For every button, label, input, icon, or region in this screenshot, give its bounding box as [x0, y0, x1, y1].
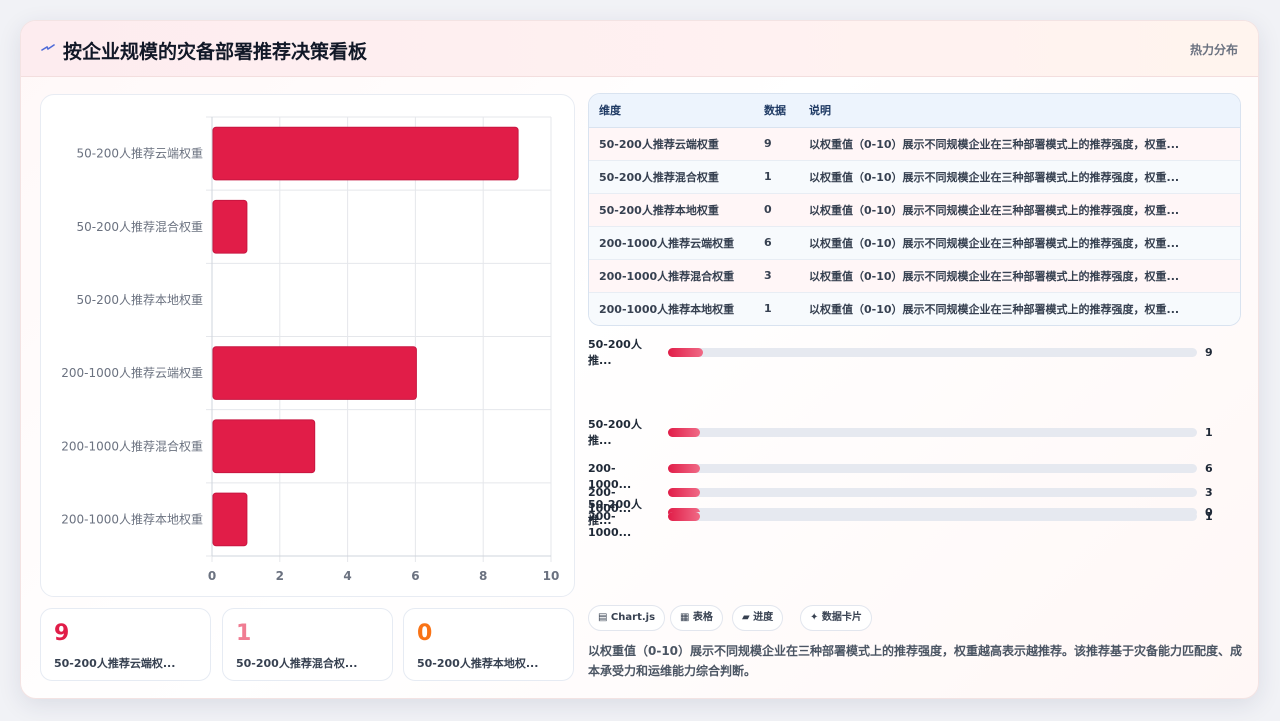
- header: 按企业规模的灾备部署推荐决策看板 热力分布: [21, 21, 1258, 77]
- stat-card-2: 1 50-200人推荐混合权...: [222, 608, 393, 681]
- table-cell: 200-1000人推荐云端权重: [589, 226, 754, 260]
- table-cell: 以权重值（0-10）展示不同规模企业在三种部署模式上的推荐强度，权重...: [799, 292, 1240, 325]
- y-tick-label: 50-200人推荐混合权重: [76, 219, 203, 234]
- x-tick-label: 8: [479, 569, 487, 583]
- table-row: 200-1000人推荐混合权重 3 以权重值（0-10）展示不同规模企业在三种部…: [589, 259, 1240, 293]
- stat-value: 1: [236, 621, 252, 646]
- progress-track: [668, 428, 1197, 437]
- table-cell: 9: [754, 127, 799, 161]
- stat-label: 50-200人推荐本地权...: [417, 657, 539, 670]
- chip-table[interactable]: ▦ 表格: [670, 605, 723, 631]
- x-tick-label: 0: [208, 569, 216, 583]
- y-tick-label: 200-1000人推荐混合权重: [61, 438, 203, 453]
- x-tick-label: 6: [411, 569, 419, 583]
- progress-track: [668, 512, 1197, 521]
- progress-fill: [668, 428, 700, 437]
- bar: [212, 419, 316, 474]
- progress-label-line: 50-200人: [588, 338, 642, 351]
- progress-value: 9: [1205, 346, 1213, 359]
- chip-chartjs[interactable]: ▤ Chart.js: [588, 605, 666, 631]
- description-text: 以权重值（0-10）展示不同规模企业在三种部署模式上的推荐强度，权重越高表示越推…: [588, 644, 1243, 678]
- progress-value: 6: [1205, 462, 1213, 475]
- chip-progress[interactable]: ▰ 进度: [732, 605, 784, 631]
- table-cell: 以权重值（0-10）展示不同规模企业在三种部署模式上的推荐强度，权重...: [799, 127, 1240, 161]
- dashboard-card: 按企业规模的灾备部署推荐决策看板 热力分布 0 2 4 6 8 10 50-200人推荐云端…: [20, 20, 1259, 699]
- progress-fill: [668, 348, 704, 357]
- table-cell: 50-200人推荐混合权重: [589, 160, 754, 194]
- data-table-panel: 维度 数据 说明 50-200人推荐云端权重 9 以权重值（0-10）展示不同规…: [588, 93, 1241, 326]
- table-cell: 以权重值（0-10）展示不同规模企业在三种部署模式上的推荐强度，权重...: [799, 226, 1240, 260]
- progress-fill: [668, 488, 700, 497]
- table-cell: 0: [754, 193, 799, 227]
- table-row: 50-200人推荐本地权重 0 以权重值（0-10）展示不同规模企业在三种部署模…: [589, 193, 1240, 227]
- table-cell: 6: [754, 226, 799, 260]
- x-tick-label: 10: [543, 569, 560, 583]
- data-table: 维度 数据 说明 50-200人推荐云端权重 9 以权重值（0-10）展示不同规…: [589, 94, 1240, 325]
- progress-label-line: 推...: [588, 354, 612, 367]
- bar-chart: 0 2 4 6 8 10 50-200人推荐云端权重 50-200人推荐混合权重 50-200人…: [61, 116, 560, 583]
- table-cell: 50-200人推荐云端权重: [589, 127, 754, 161]
- bar: [212, 126, 519, 181]
- table-row: 50-200人推荐混合权重 1 以权重值（0-10）展示不同规模企业在三种部署模…: [589, 160, 1240, 194]
- table-row: 200-1000人推荐本地权重 1 以权重值（0-10）展示不同规模企业在三种部…: [589, 292, 1240, 325]
- progress-fill: [668, 464, 700, 473]
- table-cell: 50-200人推荐本地权重: [589, 193, 754, 227]
- bar-chart-panel: 0 2 4 6 8 10 50-200人推荐云端权重 50-200人推荐混合权重 50-200人…: [40, 94, 575, 597]
- progress-value: 1: [1205, 426, 1213, 439]
- table-row: 50-200人推荐云端权重 9 以权重值（0-10）展示不同规模企业在三种部署模…: [589, 127, 1240, 161]
- bar: [212, 199, 248, 254]
- table-cell: 以权重值（0-10）展示不同规模企业在三种部署模式上的推荐强度，权重...: [799, 160, 1240, 194]
- table-header-row: 维度 数据 说明: [589, 94, 1240, 128]
- table-cell: 200-1000人推荐本地权重: [589, 292, 754, 325]
- bar: [212, 346, 417, 400]
- progress-label-line: 推...: [588, 434, 612, 447]
- stat-label: 50-200人推荐云端权...: [54, 657, 176, 670]
- y-tick-label: 200-1000人推荐云端权重: [61, 366, 203, 380]
- stat-card-3: 0 50-200人推荐本地权...: [403, 608, 574, 681]
- bar: [212, 492, 248, 547]
- progress-track: [668, 348, 1197, 357]
- y-tick-label: 50-200人推荐本地权重: [76, 293, 203, 307]
- table-cell: 以权重值（0-10）展示不同规模企业在三种部署模式上的推荐强度，权重...: [799, 259, 1240, 293]
- stat-card-1: 9 50-200人推荐云端权...: [40, 608, 211, 681]
- progress-fill: [668, 512, 700, 521]
- x-tick-label: 2: [276, 569, 284, 583]
- y-tick-label: 200-1000人推荐本地权重: [61, 512, 203, 526]
- progress-value: 1: [1205, 510, 1213, 523]
- progress-label: 200-1000...: [588, 510, 632, 539]
- table-header-cell: 说明: [799, 94, 1240, 128]
- table-row: 200-1000人推荐云端权重 6 以权重值（0-10）展示不同规模企业在三种部…: [589, 226, 1240, 260]
- progress-label: 50-200人 推...: [588, 337, 658, 369]
- heat-distribution-tag[interactable]: 热力分布: [1190, 41, 1238, 58]
- table-cell: 1: [754, 292, 799, 325]
- progress-label: 50-200人 推...: [588, 417, 658, 449]
- progress-track: [668, 488, 1197, 497]
- progress-label-line: 50-200人: [588, 418, 642, 431]
- stat-value: 9: [54, 621, 70, 646]
- table-cell: 1: [754, 160, 799, 194]
- x-tick-label: 4: [343, 569, 351, 583]
- progress-value: 3: [1205, 486, 1213, 499]
- stat-value: 0: [417, 621, 433, 646]
- table-header-cell: 数据: [754, 94, 799, 128]
- chip-data-card[interactable]: ✦ 数据卡片: [800, 605, 872, 631]
- table-header-cell: 维度: [589, 94, 754, 128]
- progress-track: [668, 464, 1197, 473]
- y-tick-label: 50-200人推荐云端权重: [76, 147, 203, 161]
- table-cell: 200-1000人推荐混合权重: [589, 259, 754, 293]
- lightning-icon: [41, 44, 55, 51]
- page-title: 按企业规模的灾备部署推荐决策看板: [63, 41, 368, 63]
- stat-label: 50-200人推荐混合权...: [236, 657, 358, 670]
- table-cell: 以权重值（0-10）展示不同规模企业在三种部署模式上的推荐强度，权重...: [799, 193, 1240, 227]
- table-cell: 3: [754, 259, 799, 293]
